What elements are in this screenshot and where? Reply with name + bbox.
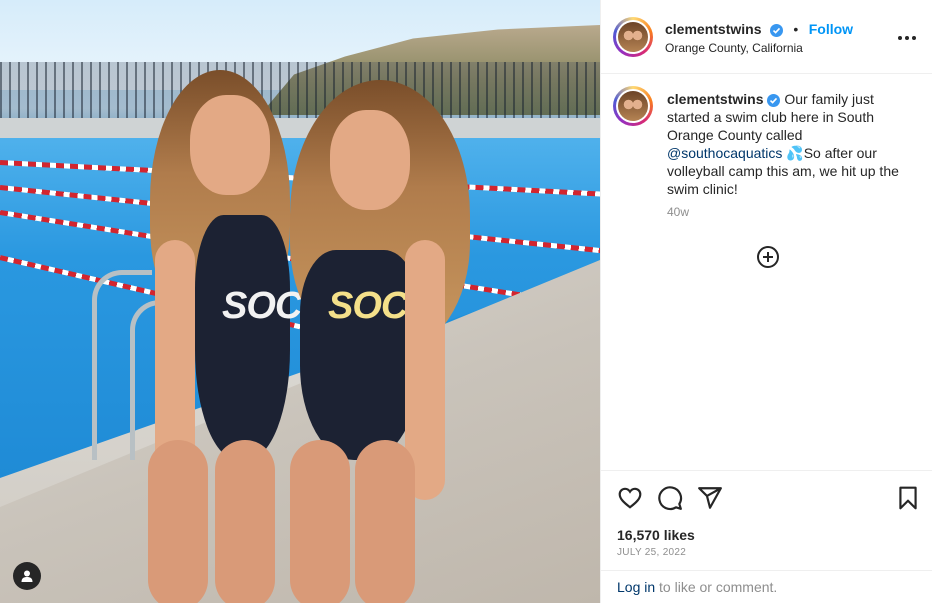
post-date: JULY 25, 2022 — [617, 547, 687, 558]
swimsuit-text: SOC — [222, 285, 302, 327]
far-deck — [0, 118, 600, 140]
post-caption: clementstwins Our family just started a … — [667, 90, 907, 198]
bookmark-icon[interactable] — [895, 485, 921, 511]
likes-count[interactable]: 16,570 likes — [617, 527, 695, 543]
tagged-users-button[interactable] — [13, 562, 41, 590]
verified-badge-icon — [769, 24, 783, 37]
comment-icon[interactable] — [657, 485, 683, 511]
mention-link[interactable]: @southocaquatics — [667, 145, 782, 161]
caption-username-link[interactable]: clementstwins — [667, 91, 763, 107]
plus-circle-icon[interactable] — [756, 245, 780, 269]
caption-avatar[interactable] — [613, 86, 653, 126]
post-panel: clementstwins • Follow Orange County, Ca… — [600, 0, 932, 603]
separator-dot: • — [793, 21, 799, 37]
time-ago: 40w — [667, 205, 690, 219]
login-text: to like or comment. — [659, 579, 778, 595]
user-icon — [21, 570, 33, 582]
share-icon[interactable] — [697, 485, 723, 511]
post-header: clementstwins • Follow Orange County, Ca… — [601, 0, 932, 74]
location-link[interactable]: Orange County, California — [665, 41, 803, 55]
swimsuit-text: SOC — [328, 285, 408, 327]
avatar[interactable] — [613, 17, 653, 57]
login-link[interactable]: Log in — [617, 579, 655, 595]
login-prompt: Log in to like or comment. — [601, 570, 932, 603]
fence — [0, 62, 600, 122]
follow-button[interactable]: Follow — [809, 21, 853, 37]
username-link[interactable]: clementstwins — [665, 21, 761, 37]
post-photo[interactable]: SOC SOC — [0, 0, 600, 603]
emoji: 💦 — [786, 145, 804, 161]
heart-icon[interactable] — [617, 485, 643, 511]
action-bar: 16,570 likes JULY 25, 2022 — [601, 470, 932, 570]
verified-badge-icon — [767, 94, 781, 107]
ellipsis-icon[interactable] — [897, 28, 917, 48]
